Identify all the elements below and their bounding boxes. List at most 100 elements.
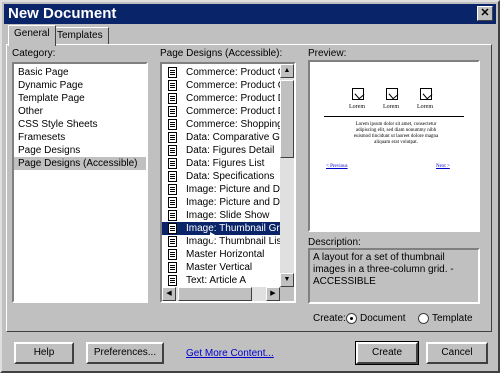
document-icon <box>168 80 177 91</box>
category-item[interactable]: Framesets <box>14 131 146 144</box>
design-item-label: Data: Figures List <box>186 158 265 169</box>
design-list-item[interactable]: Image: Thumbnail Grid <box>162 222 280 235</box>
design-item-label: Master Vertical <box>186 262 253 273</box>
cancel-button[interactable]: Cancel <box>426 342 488 364</box>
create-button[interactable]: Create <box>355 341 419 365</box>
design-list-item[interactable]: Data: Specifications <box>162 170 280 183</box>
design-item-label: Commerce: Product Ca <box>186 67 280 78</box>
radio-document[interactable] <box>346 313 357 324</box>
design-item-label: Data: Specifications <box>186 171 275 182</box>
preview-divider <box>324 116 464 117</box>
category-item[interactable]: Page Designs <box>14 144 146 157</box>
design-item-label: Image: Thumbnail Grid <box>186 223 280 234</box>
design-list-item[interactable]: Master Horizontal <box>162 248 280 261</box>
design-list-item[interactable]: Image: Thumbnail List <box>162 235 280 248</box>
description-box: A layout for a set of thumbnail images i… <box>308 248 480 304</box>
tab-general[interactable]: General <box>8 25 56 46</box>
design-item-label: Commerce: Product De <box>186 93 280 104</box>
category-item[interactable]: CSS Style Sheets <box>14 118 146 131</box>
document-icon <box>168 197 177 208</box>
preview-previous-link: < Previous <box>326 164 348 169</box>
design-item-label: Image: Picture and Des <box>186 184 280 195</box>
mouse-cursor-icon <box>210 232 217 244</box>
vertical-scrollbar[interactable]: ▲ ▼ <box>280 64 294 287</box>
arrow-right-icon[interactable]: ▶ <box>266 287 280 301</box>
design-list-item[interactable]: Image: Picture and Des <box>162 183 280 196</box>
design-item-label: Data: Figures Detail <box>186 145 275 156</box>
get-more-content-link[interactable]: Get More Content... <box>186 348 274 359</box>
design-list-item[interactable]: Data: Figures List <box>162 157 280 170</box>
document-icon <box>168 236 177 247</box>
design-list-item[interactable]: Commerce: Product Ca <box>162 66 280 79</box>
design-list-item[interactable]: Data: Figures Detail <box>162 144 280 157</box>
radio-template[interactable] <box>418 313 429 324</box>
design-item-label: Commerce: Shopping C <box>186 119 280 130</box>
design-item-label: Commerce: Product De <box>186 106 280 117</box>
arrow-up-icon[interactable]: ▲ <box>280 64 294 78</box>
category-item[interactable]: Dynamic Page <box>14 79 146 92</box>
thumbnail-image-icon <box>420 88 432 100</box>
horizontal-scrollbar[interactable]: ◀ ▶ <box>162 287 280 301</box>
design-list-item[interactable]: Image: Picture and Des <box>162 196 280 209</box>
document-icon <box>168 249 177 260</box>
tab-general-label: General <box>14 28 50 39</box>
document-icon <box>168 106 177 117</box>
close-button[interactable]: ✕ <box>477 6 493 21</box>
arrow-left-icon[interactable]: ◀ <box>162 287 176 301</box>
radio-document-label[interactable]: Document <box>360 313 406 324</box>
design-item-label: Text: Article A <box>186 275 247 286</box>
design-item-label: Data: Comparative Gric <box>186 132 280 143</box>
scroll-thumb[interactable] <box>280 80 294 158</box>
page-designs-list[interactable]: Commerce: Product Ca Commerce: Product Ca… <box>160 62 296 303</box>
hscroll-thumb[interactable] <box>178 287 252 301</box>
radio-template-label[interactable]: Template <box>432 313 473 324</box>
tab-templates[interactable]: Templates <box>51 27 109 45</box>
document-icon <box>168 93 177 104</box>
scroll-corner <box>280 287 294 301</box>
close-icon: ✕ <box>480 7 490 19</box>
design-list-item[interactable]: Commerce: Product De <box>162 105 280 118</box>
preferences-button[interactable]: Preferences... <box>86 342 164 364</box>
category-list[interactable]: Basic Page Dynamic Page Template Page Other… <box>12 62 148 303</box>
thumbnail-caption: Lorem <box>383 104 399 110</box>
category-item[interactable]: Other <box>14 105 146 118</box>
thumbnail-image-icon <box>386 88 398 100</box>
arrow-down-icon[interactable]: ▼ <box>280 273 294 287</box>
category-item[interactable]: Page Designs (Accessible) <box>14 157 146 170</box>
design-list-item[interactable]: Text: Article A <box>162 274 280 287</box>
design-item-label: Commerce: Product Ca <box>186 80 280 91</box>
preview-pane: Lorem Lorem Lorem Lorem ipsum dolor sit … <box>308 60 480 232</box>
design-list-item[interactable]: Image: Slide Show <box>162 209 280 222</box>
designs-label: Page Designs (Accessible): <box>160 48 283 59</box>
document-icon <box>168 262 177 273</box>
document-icon <box>168 171 177 182</box>
thumbnail-image-icon <box>352 88 364 100</box>
category-label: Category: <box>12 48 56 59</box>
title-bar[interactable]: New Document ✕ <box>4 4 496 24</box>
design-list-item[interactable]: Data: Comparative Gric <box>162 131 280 144</box>
design-list-item[interactable]: Commerce: Product De <box>162 92 280 105</box>
document-icon <box>168 67 177 78</box>
document-icon <box>168 132 177 143</box>
category-item[interactable]: Basic Page <box>14 66 146 79</box>
help-button[interactable]: Help <box>14 342 74 364</box>
design-list-item[interactable]: Commerce: Shopping C <box>162 118 280 131</box>
document-icon <box>168 158 177 169</box>
design-item-label: Master Horizontal <box>186 249 265 260</box>
design-item-label: Image: Slide Show <box>186 210 270 221</box>
design-item-label: Image: Picture and Des <box>186 197 280 208</box>
design-list-item[interactable]: Commerce: Product Ca <box>162 79 280 92</box>
design-item-label: Image: Thumbnail List <box>186 236 280 247</box>
document-icon <box>168 145 177 156</box>
thumbnail-caption: Lorem <box>417 104 433 110</box>
document-icon <box>168 184 177 195</box>
window-title: New Document <box>8 5 117 22</box>
thumbnail-caption: Lorem <box>349 104 365 110</box>
description-label: Description: <box>308 237 361 248</box>
category-item[interactable]: Template Page <box>14 92 146 105</box>
tab-templates-label: Templates <box>57 30 103 41</box>
preview-paragraph: Lorem ipsum dolor sit amet, consectetur … <box>353 122 439 145</box>
document-icon <box>168 275 177 286</box>
document-icon <box>168 210 177 221</box>
design-list-item[interactable]: Master Vertical <box>162 261 280 274</box>
